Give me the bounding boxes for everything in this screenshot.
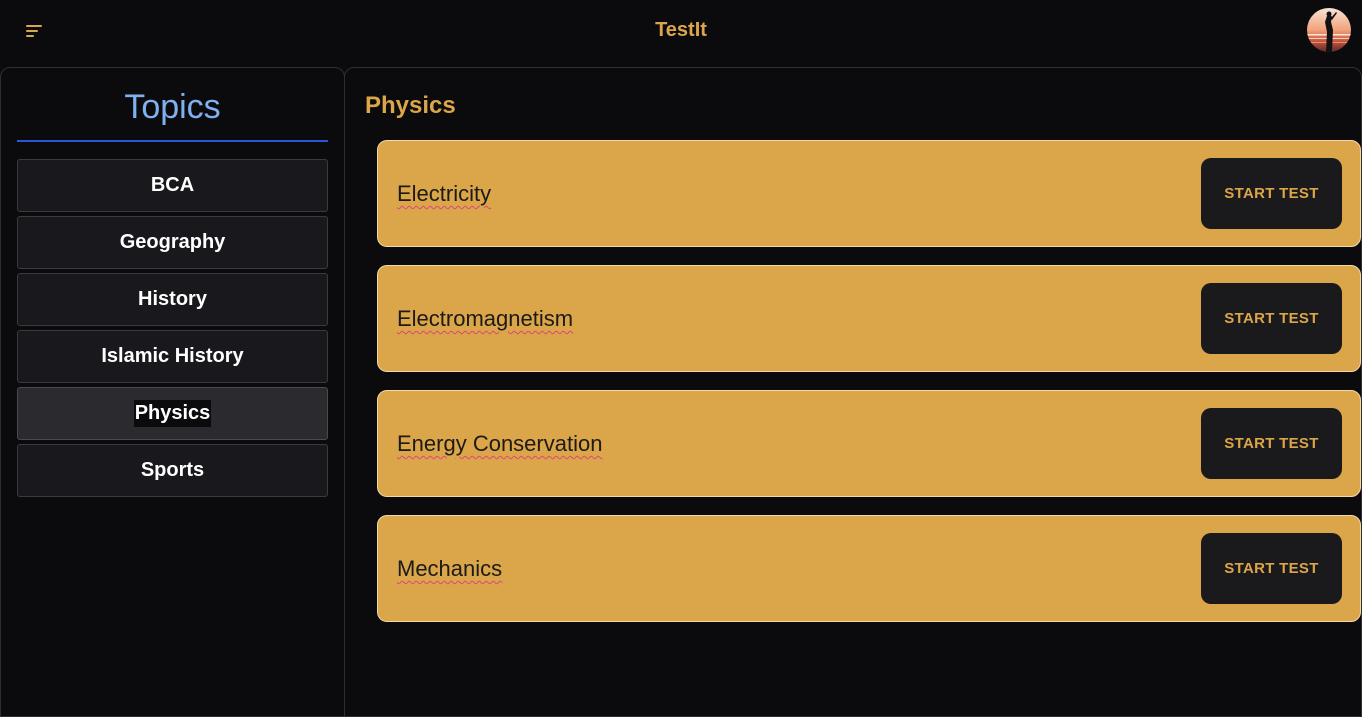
topic-label: Physics [133,400,212,427]
sidebar-title-underline [17,140,328,142]
main-panel: Physics Electricity START TEST Electroma… [344,67,1362,717]
topic-list: BCA Geography History Islamic History Ph… [17,159,328,501]
start-test-button[interactable]: START TEST [1201,533,1342,604]
topic-label: History [138,288,207,310]
topic-label: Islamic History [101,345,244,367]
topic-item-bca[interactable]: BCA [17,159,328,212]
subtopic-label: Electromagnetism [397,306,574,331]
app-title: TestIt [655,19,707,41]
avatar-icon [1307,8,1351,52]
topic-item-history[interactable]: History [17,273,328,326]
subtopic-list: Electricity START TEST Electromagnetism … [377,140,1361,640]
page-title: Physics [365,92,456,119]
topics-sidebar: Topics BCA Geography History Islamic His… [0,67,345,717]
subtopic-card: Electricity START TEST [377,140,1361,247]
subtopic-label: Energy Conservation [397,431,603,456]
topic-label: Geography [119,231,226,253]
start-test-button[interactable]: START TEST [1201,283,1342,354]
sidebar-title: Topics [124,88,221,126]
top-bar: TestIt [0,0,1362,64]
subtopic-label: Mechanics [397,556,503,581]
subtopic-label: Electricity [397,181,492,206]
subtopic-card: Mechanics START TEST [377,515,1361,622]
start-test-button[interactable]: START TEST [1201,158,1342,229]
topic-item-geography[interactable]: Geography [17,216,328,269]
topic-item-sports[interactable]: Sports [17,444,328,497]
user-avatar[interactable] [1307,8,1351,52]
subtopic-card: Energy Conservation START TEST [377,390,1361,497]
topic-label: BCA [150,174,195,196]
topic-item-physics[interactable]: Physics [17,387,328,440]
topic-label: Sports [140,459,205,481]
start-test-button[interactable]: START TEST [1201,408,1342,479]
topic-item-islamic-history[interactable]: Islamic History [17,330,328,383]
subtopic-card: Electromagnetism START TEST [377,265,1361,372]
